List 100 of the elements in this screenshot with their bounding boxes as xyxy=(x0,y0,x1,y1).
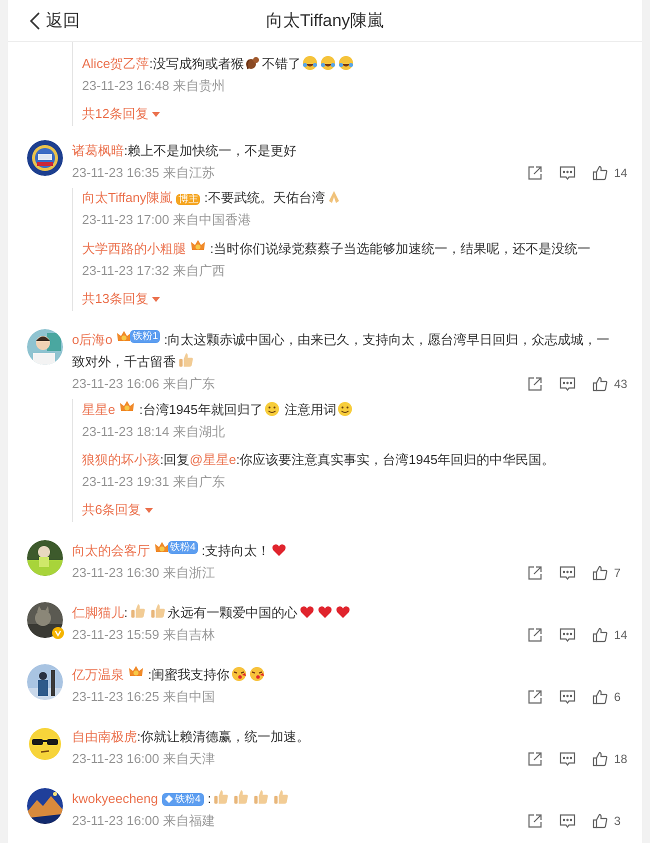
comment-meta: 23-11-23 16:35 来自江苏 xyxy=(72,164,215,182)
reply-meta: 23-11-23 19:31 来自广东 xyxy=(82,473,226,491)
kissing-face-icon xyxy=(230,666,247,682)
reply-meta: 23-11-23 17:32 来自广西 xyxy=(82,262,226,280)
more-replies-link[interactable]: 共6条回复 xyxy=(82,500,154,520)
user-name[interactable]: o后海o xyxy=(72,332,112,347)
like-icon[interactable] xyxy=(592,165,608,181)
user-name[interactable]: 星星e xyxy=(82,402,116,417)
user-name[interactable]: 向太的会客厅 xyxy=(72,543,150,558)
like-icon[interactable] xyxy=(592,627,608,643)
like-icon[interactable] xyxy=(592,689,608,705)
smiley-icon xyxy=(337,401,354,417)
page-title: 向太Tiffany陳嵐 xyxy=(266,10,384,32)
comment-meta: 23-11-23 16:25 来自中国 xyxy=(72,688,215,706)
comment-icon[interactable] xyxy=(559,751,576,767)
like-count: 43 xyxy=(614,376,628,393)
more-replies-link[interactable]: 共13条回复 xyxy=(82,289,160,309)
comment-icon[interactable] xyxy=(559,565,576,581)
user-name[interactable]: 仁脚猫儿 xyxy=(72,605,124,620)
back-chevron-icon xyxy=(30,12,40,30)
user-name[interactable]: Alice贺乙萍 xyxy=(82,56,150,71)
caret-icon xyxy=(145,508,154,512)
comment-icon[interactable] xyxy=(559,689,576,705)
comment-text: 自由南极虎:你就让赖清德赢，统一加速。 xyxy=(72,728,311,746)
comment-text: o后海o 铁粉1 :向太这颗赤诚中国心，由来已久，支持向太，愿台湾早日回归，众志成城，一致对外，千古留香 xyxy=(72,329,611,371)
thumbs-up-icon xyxy=(272,788,290,806)
laughing-face-icon xyxy=(338,55,354,71)
share-icon[interactable] xyxy=(527,813,543,829)
caret-icon xyxy=(152,296,160,302)
author-badge: 博主 xyxy=(176,194,200,205)
like-count: 7 xyxy=(614,565,621,582)
comment-meta: 23-11-23 16:00 来自福建 xyxy=(72,812,215,830)
laughing-face-icon xyxy=(320,55,336,71)
like-count: 6 xyxy=(614,689,621,706)
comment-icon[interactable] xyxy=(559,813,576,829)
like-count: 14 xyxy=(614,165,628,182)
reply-text: 狼狈的坏小孩:回复@星星e:你应该要注意真实事实，台湾1945年回归的中华民国。 xyxy=(82,451,556,469)
reply-text: 大学西路的小粗腿 :当时你们说绿党蔡蔡子当选能够加速统一，结果呢，还不是没统一 xyxy=(82,238,636,259)
fan-level-badge: 铁粉4 xyxy=(162,792,204,806)
laughing-face-icon xyxy=(302,55,318,71)
more-replies-link[interactable]: 共12条回复 xyxy=(82,104,160,124)
share-icon[interactable] xyxy=(527,376,543,392)
heart-icon xyxy=(271,542,288,558)
share-icon[interactable] xyxy=(527,565,543,581)
comment-text: 诸葛枫暗:赖上不是加快统一，不是更好 xyxy=(72,142,298,160)
user-name[interactable]: kwokyeecheng xyxy=(72,791,158,806)
like-icon[interactable] xyxy=(592,813,608,829)
comment-icon[interactable] xyxy=(559,376,576,392)
fan-level-badge: 铁粉1 xyxy=(130,330,160,343)
comment-icon[interactable] xyxy=(559,627,576,643)
thumbs-up-icon xyxy=(128,602,147,620)
like-count: 3 xyxy=(614,813,621,830)
user-name[interactable]: 向太Tiffany陳嵐 xyxy=(82,190,172,205)
user-name[interactable]: 自由南极虎 xyxy=(72,729,137,744)
crown-icon xyxy=(190,238,206,253)
crown-icon xyxy=(119,399,136,414)
thumbs-up-icon xyxy=(232,788,250,806)
user-name[interactable]: 亿万温泉 xyxy=(72,667,124,682)
monkey-icon xyxy=(244,55,261,71)
thumbs-up-icon xyxy=(148,602,167,620)
comment-meta: 23-11-23 16:30 来自浙江 xyxy=(72,564,215,582)
user-name[interactable]: 狼狈的坏小孩 xyxy=(82,452,160,467)
crown-icon xyxy=(154,540,170,555)
thumbs-up-icon xyxy=(177,351,195,369)
comment-text: 亿万温泉 :闺蜜我支持你 xyxy=(72,664,636,686)
reply-meta: 23-11-23 17:00 来自中国香港 xyxy=(82,211,252,229)
comment-text: kwokyeecheng 铁粉4 : xyxy=(72,788,636,810)
reply-text: 向太Tiffany陳嵐 博主 :不要武统。天佑台湾 xyxy=(82,188,636,208)
heart-icon xyxy=(334,604,351,620)
diamond-icon xyxy=(165,795,173,803)
reply-text: 星星e :台湾1945年就回归了 注意用词 xyxy=(82,399,636,420)
like-icon[interactable] xyxy=(592,751,608,767)
like-icon[interactable] xyxy=(592,565,608,581)
share-icon[interactable] xyxy=(527,751,543,767)
smiley-icon xyxy=(264,401,280,417)
share-icon[interactable] xyxy=(527,627,543,643)
reply-meta: 23-11-23 18:14 来自湖北 xyxy=(82,423,226,441)
kissing-face-icon xyxy=(248,666,265,682)
comment-meta: 23-11-23 16:06 来自广东 xyxy=(72,375,215,393)
comment-meta: 23-11-23 16:00 来自天津 xyxy=(72,750,215,768)
comment-icon[interactable] xyxy=(559,165,576,181)
thumbs-up-icon xyxy=(252,788,270,806)
share-icon[interactable] xyxy=(527,165,543,181)
back-button[interactable]: 返回 xyxy=(30,8,80,34)
like-icon[interactable] xyxy=(592,376,608,392)
user-name[interactable]: 诸葛枫暗 xyxy=(72,143,124,158)
heart-icon xyxy=(316,604,333,620)
reply-meta: 23-11-23 16:48 来自贵州 xyxy=(82,77,226,95)
fan-level-badge: 铁粉4 xyxy=(168,541,198,554)
thumbs-up-icon xyxy=(212,788,230,806)
comment-text: 向太的会客厅 铁粉4 :支持向太！ xyxy=(72,540,636,562)
heart-icon xyxy=(298,604,315,620)
share-icon[interactable] xyxy=(527,689,543,705)
caret-icon xyxy=(152,112,160,116)
reply-text: Alice贺乙萍:没写成狗或者猴 不错了 xyxy=(82,54,636,74)
like-count: 18 xyxy=(614,751,628,768)
comment-text: 仁脚猫儿: 永远有一颗爱中国的心 xyxy=(72,602,636,624)
user-name[interactable]: 大学西路的小粗腿 xyxy=(82,241,186,256)
comment-meta: 23-11-23 15:59 来自吉林 xyxy=(72,626,215,644)
like-count: 14 xyxy=(614,627,628,644)
